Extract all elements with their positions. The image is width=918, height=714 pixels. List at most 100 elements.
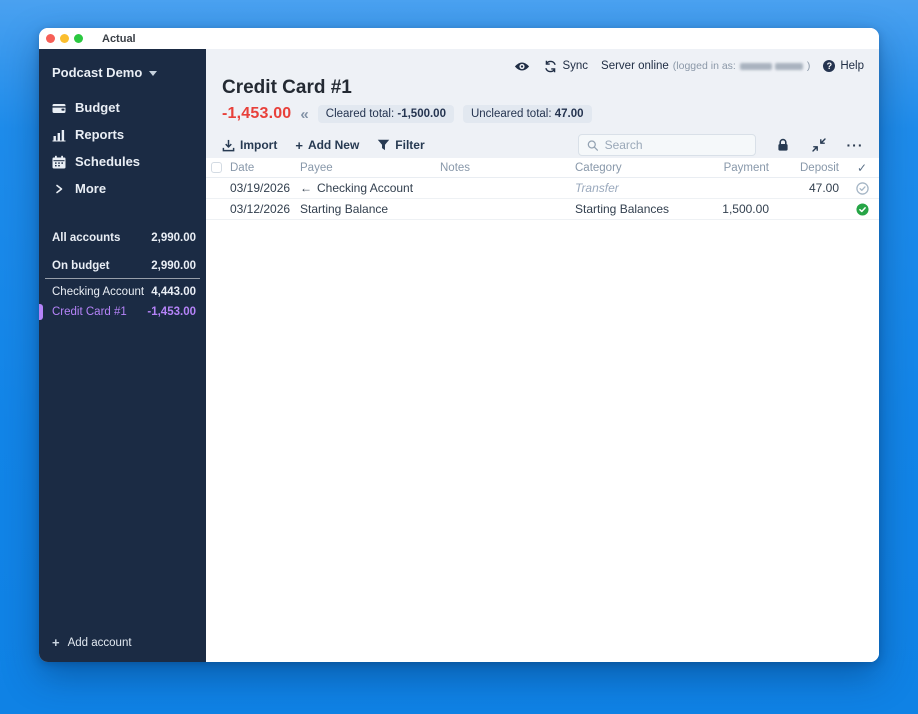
add-new-label: Add New <box>307 138 360 152</box>
column-header-payee[interactable]: Payee <box>294 162 434 174</box>
logged-in-text: (logged in as: ) <box>673 60 811 72</box>
sidebar-nav: Budget Reports Schedules More <box>39 94 206 202</box>
minimize-window-button[interactable] <box>60 34 69 43</box>
filter-button[interactable]: Filter <box>377 138 425 152</box>
payee-cell[interactable]: Starting Balance <box>294 202 434 216</box>
app-window: Actual Podcast Demo Budget Reports Sched… <box>39 28 879 662</box>
date-cell[interactable]: 03/12/2026 <box>224 202 294 216</box>
account-balance: -1,453.00 <box>147 306 196 318</box>
budget-name-label: Podcast Demo <box>52 65 143 80</box>
caret-down-icon <box>149 71 158 76</box>
close-window-button[interactable] <box>46 34 55 43</box>
empty-transactions-area <box>206 220 879 662</box>
uncleared-total-value: 47.00 <box>554 108 584 120</box>
column-header-notes[interactable]: Notes <box>434 162 569 174</box>
top-status-bar: Sync Server online (logged in as: ) ? He… <box>222 57 864 75</box>
wallet-icon <box>52 101 66 115</box>
sidebar-item-more[interactable]: More <box>39 175 206 202</box>
select-all-checkbox[interactable] <box>211 162 222 173</box>
sidebar-item-label: Reports <box>75 127 125 142</box>
help-button[interactable]: ? Help <box>823 60 864 72</box>
add-new-button[interactable]: + Add New <box>295 138 359 153</box>
lock-button[interactable] <box>774 136 792 154</box>
transaction-row[interactable]: 03/19/2026 ← Checking Account Transfer 4… <box>206 178 879 199</box>
payee-cell[interactable]: ← Checking Account <box>294 181 434 195</box>
date-cell[interactable]: 03/19/2026 <box>224 181 294 195</box>
filter-icon <box>378 139 390 151</box>
cleared-status-icon[interactable] <box>845 202 879 216</box>
sidebar-item-schedules[interactable]: Schedules <box>39 148 206 175</box>
privacy-eye-button[interactable] <box>513 57 531 75</box>
bar-chart-icon <box>52 128 66 142</box>
logged-in-prefix: (logged in as: <box>672 60 736 72</box>
balance-row: -1,453.00 « Cleared total: -1,500.00 Unc… <box>222 103 864 125</box>
sync-button[interactable]: Sync <box>544 60 588 73</box>
collapse-arrows-icon <box>812 138 826 152</box>
payee-name: Checking Account <box>317 181 414 195</box>
column-header-cleared-icon[interactable]: ✓ <box>845 161 879 175</box>
sidebar-item-reports[interactable]: Reports <box>39 121 206 148</box>
search-icon <box>587 139 599 151</box>
sidebar-item-label: Budget <box>75 100 120 115</box>
category-cell[interactable]: Starting Balances <box>569 202 683 216</box>
account-group-label: On budget <box>52 260 110 272</box>
plus-icon: + <box>52 635 60 650</box>
sidebar-item-budget[interactable]: Budget <box>39 94 206 121</box>
column-header-category[interactable]: Category <box>569 162 683 174</box>
add-account-label: Add account <box>67 636 132 649</box>
plus-icon: + <box>295 137 303 153</box>
sidebar: Podcast Demo Budget Reports Schedules Mo… <box>39 49 206 662</box>
category-cell[interactable]: Transfer <box>569 181 683 195</box>
account-name: Checking Account <box>52 286 145 298</box>
logged-in-user-redacted <box>739 62 803 70</box>
cleared-total-badge: Cleared total: -1,500.00 <box>317 105 454 123</box>
chevron-right-icon <box>52 182 66 196</box>
transactions-toolbar: Import + Add New Filter Search ··· <box>222 134 864 158</box>
page-title: Credit Card #1 <box>222 77 352 98</box>
payment-cell[interactable]: 1,500.00 <box>683 202 775 216</box>
column-header-payment[interactable]: Payment <box>683 162 775 174</box>
column-header-deposit[interactable]: Deposit <box>775 162 845 174</box>
account-group-balance: 2,990.00 <box>151 232 196 244</box>
account-row-credit-card[interactable]: Credit Card #1 -1,453.00 <box>39 302 200 322</box>
calendar-icon <box>52 155 66 169</box>
import-label: Import <box>240 138 278 152</box>
account-row-checking[interactable]: Checking Account 4,443.00 <box>45 282 200 302</box>
window-titlebar: Actual <box>39 28 879 49</box>
deposit-cell[interactable]: 47.00 <box>775 181 845 195</box>
column-header-date[interactable]: Date <box>224 162 294 174</box>
main-panel: Sync Server online (logged in as: ) ? He… <box>206 49 879 662</box>
account-name: Credit Card #1 <box>52 306 127 318</box>
uncleared-total-badge: Uncleared total: 47.00 <box>462 105 592 123</box>
transactions-table-header: Date Payee Notes Category Payment Deposi… <box>206 158 879 178</box>
search-input[interactable] <box>604 138 747 152</box>
budget-name-menu[interactable]: Podcast Demo <box>39 49 206 88</box>
account-balance: 4,443.00 <box>151 286 196 298</box>
uncleared-status-icon[interactable] <box>845 181 879 195</box>
window-title: Actual <box>102 32 136 45</box>
on-budget-row[interactable]: On budget 2,990.00 <box>45 256 200 279</box>
account-group-label: All accounts <box>52 232 121 244</box>
add-account-button[interactable]: + Add account <box>39 625 206 662</box>
server-status-button[interactable]: Server online (logged in as: ) <box>601 60 810 72</box>
logged-in-suffix: ) <box>806 60 811 72</box>
all-accounts-row[interactable]: All accounts 2,990.00 <box>45 228 200 248</box>
import-icon <box>222 139 235 151</box>
search-box <box>578 134 756 156</box>
zoom-window-button[interactable] <box>74 34 83 43</box>
sidebar-item-label: Schedules <box>75 154 141 169</box>
collapse-balance-toggle[interactable]: « <box>300 107 308 122</box>
transaction-row[interactable]: 03/12/2026 Starting Balance Starting Bal… <box>206 199 879 220</box>
accounts-list: All accounts 2,990.00 On budget 2,990.00… <box>39 228 206 322</box>
import-button[interactable]: Import <box>222 138 277 152</box>
account-group-balance: 2,990.00 <box>151 260 196 272</box>
transfer-arrow-icon: ← <box>300 181 312 195</box>
more-options-button[interactable]: ··· <box>846 136 864 154</box>
collapse-transactions-button[interactable] <box>810 136 828 154</box>
help-label: Help <box>840 60 864 72</box>
ellipsis-icon: ··· <box>846 137 864 153</box>
filter-label: Filter <box>395 138 425 152</box>
uncleared-total-label: Uncleared total: <box>470 108 552 120</box>
server-status-label: Server online <box>601 60 669 72</box>
sync-label: Sync <box>562 60 589 72</box>
